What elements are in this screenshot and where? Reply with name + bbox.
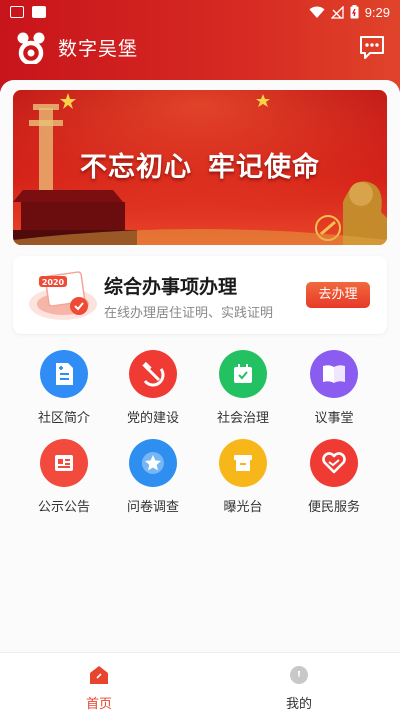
grid-item-party-building[interactable]: 党的建设 — [108, 350, 198, 426]
banner-slogan: 不忘初心 牢记使命 — [13, 145, 387, 184]
grid-label: 问卷调查 — [126, 500, 179, 515]
grid-item-community-intro[interactable]: 社区简介 — [19, 350, 109, 426]
main-content: 不忘初心 牢记使命 2020 综合办事项办理 在线办理居住证明、实践证明 去办理 … — [0, 80, 400, 652]
grid-label: 公示公告 — [37, 500, 90, 515]
home-icon — [90, 666, 108, 684]
tab-mine[interactable]: 我的 — [259, 665, 339, 711]
tab-mine-label: 我的 — [285, 697, 312, 711]
grid-item-convenience-service[interactable]: 便民服务 — [289, 439, 379, 515]
message-icon[interactable] — [358, 33, 386, 61]
profile-icon — [290, 666, 308, 684]
star-icon — [129, 439, 177, 487]
app-notification-icon — [32, 6, 46, 18]
grid-label: 曝光台 — [223, 500, 263, 515]
process-button[interactable]: 去办理 — [306, 282, 370, 308]
grid-label: 议事堂 — [314, 411, 354, 426]
wifi-icon — [309, 6, 325, 18]
status-bar: 9:29 — [0, 0, 400, 24]
book-icon — [310, 350, 358, 398]
service-subtitle: 在线办理居住证明、实践证明 — [104, 306, 274, 321]
app-logo-icon — [17, 32, 45, 64]
banner-text-left: 不忘初心 — [80, 152, 192, 183]
grid-label: 社会治理 — [216, 411, 269, 426]
year-badge: 2020 — [42, 278, 65, 287]
tab-home[interactable]: 首页 — [59, 665, 139, 711]
banner-text-right: 牢记使命 — [208, 152, 320, 183]
clock: 9:29 — [364, 4, 390, 20]
banner[interactable]: 不忘初心 牢记使命 — [13, 90, 387, 245]
battery-icon — [350, 5, 359, 19]
heart-icon — [310, 439, 358, 487]
box-icon — [219, 439, 267, 487]
gallery-notification-icon — [10, 6, 24, 18]
tab-home-label: 首页 — [85, 697, 112, 711]
app-bar: 数字吴堡 — [0, 24, 400, 70]
hammer-sickle-icon — [129, 350, 177, 398]
document-icon — [40, 350, 88, 398]
calendar-check-icon — [219, 350, 267, 398]
service-title: 综合办事项办理 — [104, 276, 238, 298]
grid-item-council-hall[interactable]: 议事堂 — [289, 350, 379, 426]
service-card[interactable]: 2020 综合办事项办理 在线办理居住证明、实践证明 去办理 — [13, 256, 387, 334]
app-title: 数字吴堡 — [58, 37, 139, 60]
grid-label: 社区简介 — [37, 411, 90, 426]
document-illustration-icon: 2020 — [29, 271, 97, 320]
no-signal-icon — [330, 5, 344, 19]
grid-item-survey[interactable]: 问卷调查 — [108, 439, 198, 515]
grid-label: 便民服务 — [307, 500, 360, 515]
grid-item-public-notice[interactable]: 公示公告 — [19, 439, 109, 515]
grid-label: 党的建设 — [126, 411, 179, 426]
announcement-icon — [40, 439, 88, 487]
grid-item-exposure-platform[interactable]: 曝光台 — [198, 439, 288, 515]
grid-item-social-governance[interactable]: 社会治理 — [198, 350, 288, 426]
bottom-tab-bar: 首页 我的 — [0, 652, 400, 711]
